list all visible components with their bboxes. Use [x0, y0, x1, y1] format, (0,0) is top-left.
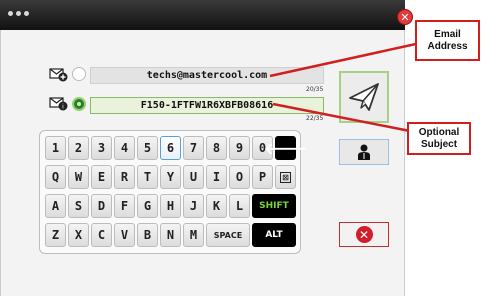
subject-callout-line: [272, 102, 411, 133]
email-address-callout: Email Address: [415, 20, 480, 61]
email-callout-line: [269, 40, 426, 78]
optional-subject-callout: Optional Subject: [407, 122, 471, 155]
